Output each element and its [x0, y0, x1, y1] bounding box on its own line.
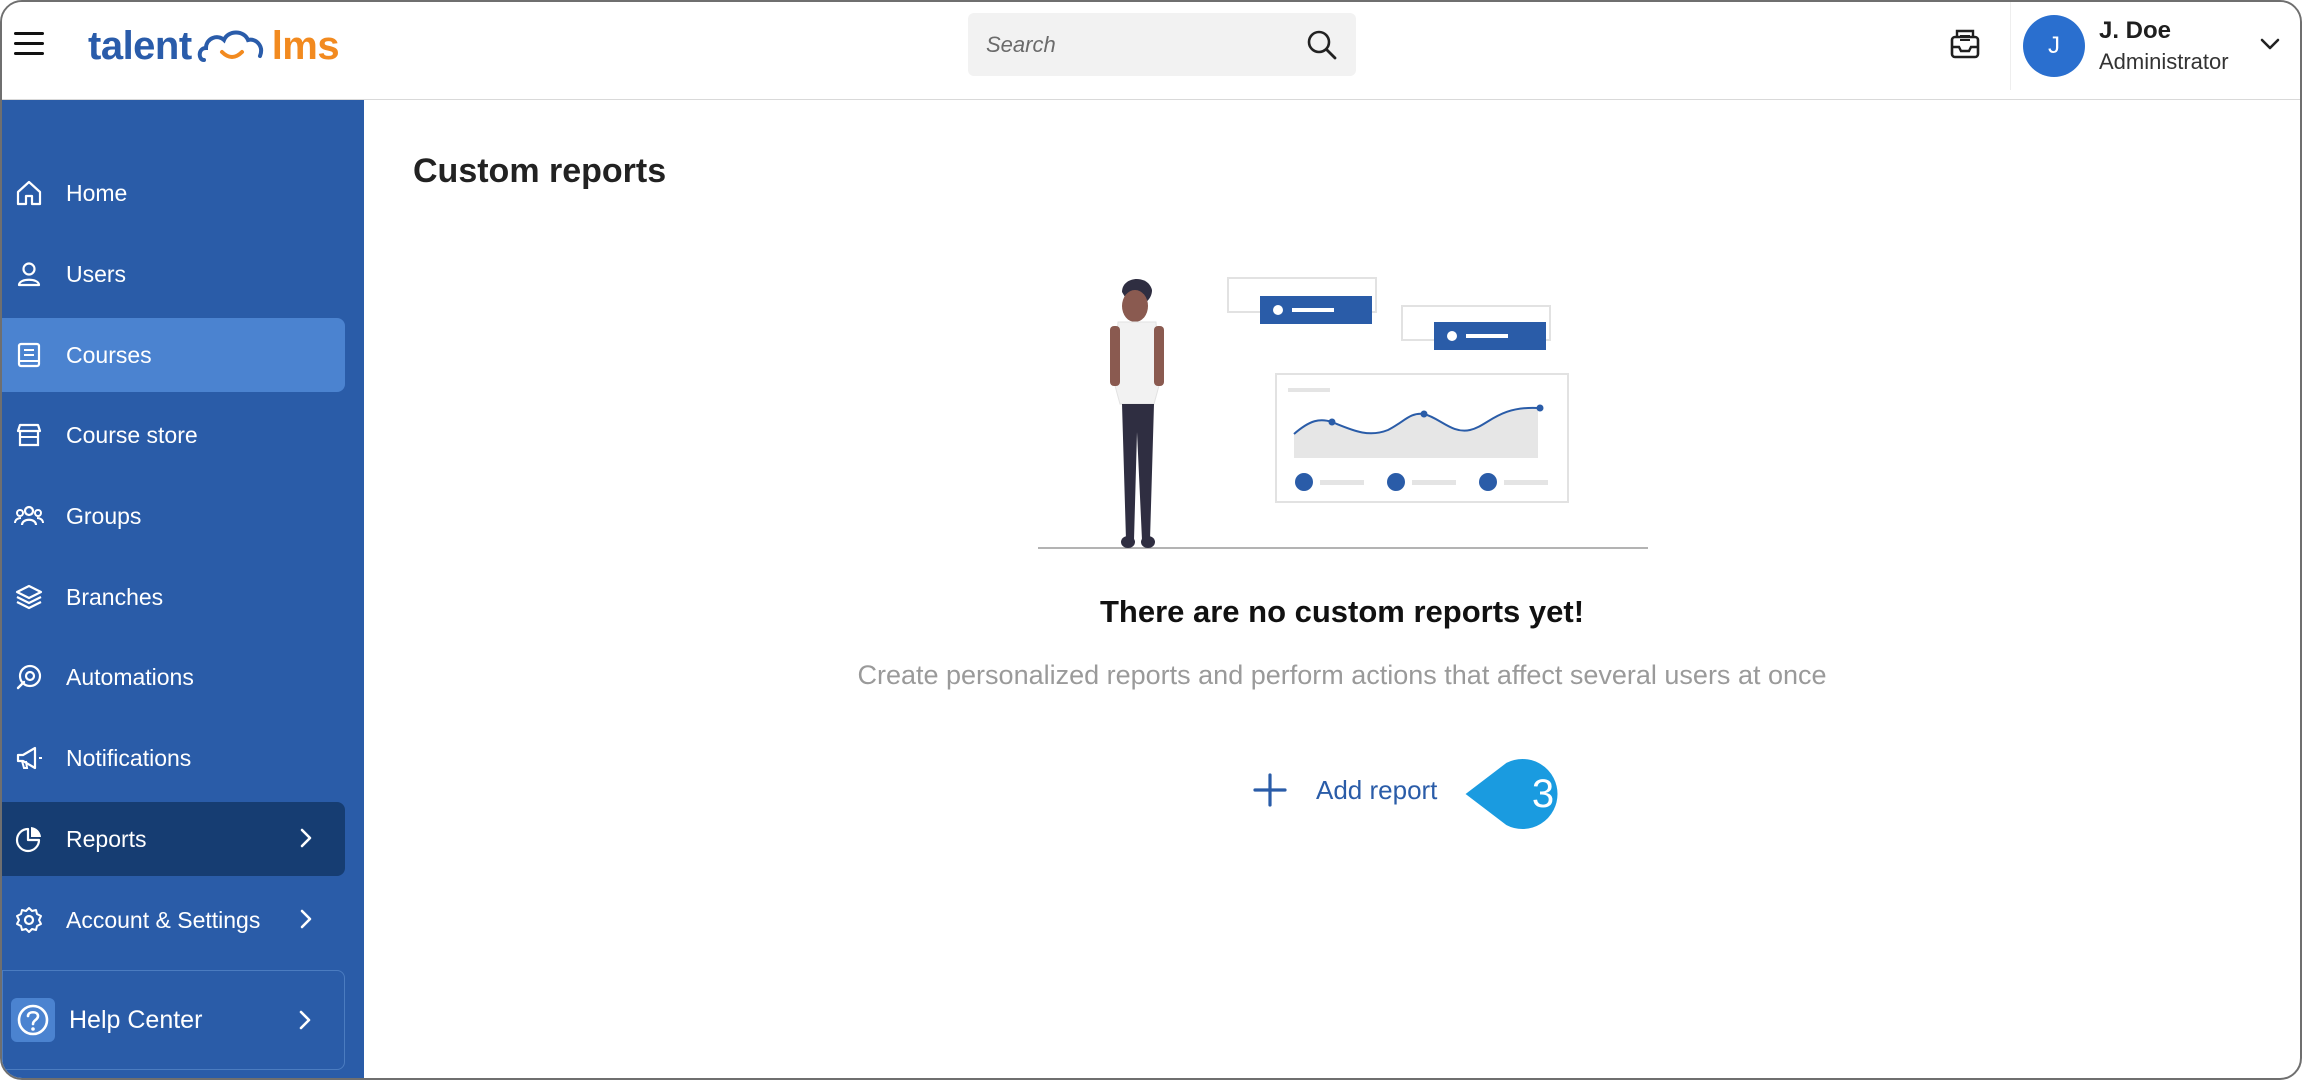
- logo-text-lms: lms: [271, 23, 340, 68]
- user-icon: [17, 262, 41, 287]
- talentlms-logo[interactable]: talent lms: [88, 16, 340, 76]
- automation-icon: [16, 664, 42, 690]
- book-icon: [17, 342, 41, 368]
- search-input[interactable]: [986, 31, 1306, 58]
- groups-icon: [14, 505, 44, 526]
- sidebar: Home Users Courses Course store Groups B…: [2, 100, 364, 1078]
- chevron-down-icon[interactable]: [2258, 32, 2282, 56]
- chevron-right-icon: [299, 1010, 311, 1030]
- search-box[interactable]: [968, 13, 1356, 76]
- top-bar: talent lms J J. Do: [2, 2, 2300, 100]
- app-window: talent lms J J. Do: [0, 0, 2302, 1080]
- user-menu[interactable]: J J. Doe Administrator: [2010, 2, 2300, 90]
- store-icon: [16, 423, 42, 447]
- user-name: J. Doe: [2099, 17, 2172, 44]
- megaphone-icon: [16, 746, 42, 770]
- menu-toggle-icon[interactable]: [14, 32, 44, 58]
- empty-state-illustration: [1038, 277, 1648, 549]
- step-number: 3: [1531, 771, 1555, 816]
- sidebar-item-groups[interactable]: Groups: [2, 479, 345, 553]
- sidebar-item-course-store[interactable]: Course store: [2, 398, 345, 472]
- sidebar-item-automations[interactable]: Automations: [2, 640, 345, 714]
- user-role: Administrator: [2099, 49, 2229, 74]
- plus-icon: [1253, 773, 1287, 807]
- sidebar-item-notifications[interactable]: Notifications: [2, 721, 345, 795]
- sidebar-item-users[interactable]: Users: [2, 237, 345, 311]
- chevron-right-icon: [300, 909, 312, 929]
- inbox-icon[interactable]: [1948, 27, 1982, 61]
- layers-icon: [15, 584, 43, 610]
- sidebar-item-reports[interactable]: Reports: [2, 802, 345, 876]
- add-report-button[interactable]: Add report: [1252, 765, 1437, 815]
- add-report-label: Add report: [1316, 774, 1438, 805]
- gear-icon: [16, 907, 42, 933]
- help-center-button[interactable]: Help Center: [2, 970, 345, 1070]
- empty-state-subtitle: Create personalized reports and perform …: [857, 660, 1827, 690]
- sidebar-item-courses[interactable]: Courses: [2, 318, 345, 392]
- sidebar-item-home[interactable]: Home: [2, 156, 345, 230]
- question-icon: [17, 1004, 49, 1036]
- chevron-right-icon: [300, 828, 312, 848]
- empty-state-title: There are no custom reports yet!: [1099, 594, 1585, 629]
- avatar: J: [2023, 15, 2085, 77]
- sidebar-item-branches[interactable]: Branches: [2, 560, 345, 634]
- search-icon[interactable]: [1306, 29, 1338, 61]
- pie-chart-icon: [15, 827, 41, 853]
- home-icon: [16, 180, 42, 206]
- page-title: Custom reports: [413, 152, 667, 190]
- cloud-smile-icon: [197, 30, 263, 62]
- sidebar-item-account-settings[interactable]: Account & Settings: [2, 883, 345, 957]
- logo-text-talent: talent: [88, 23, 192, 68]
